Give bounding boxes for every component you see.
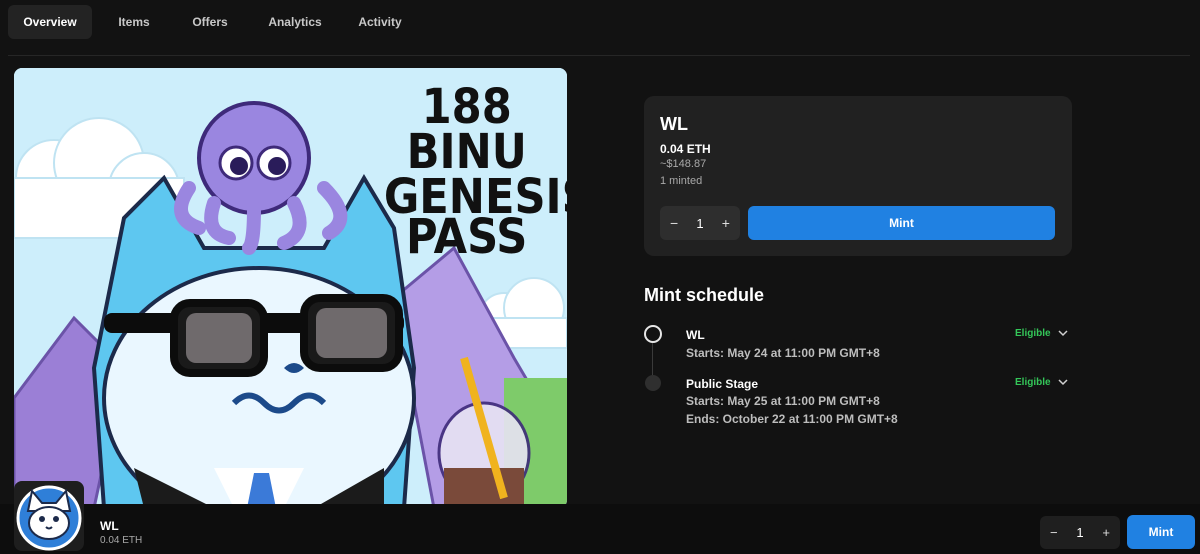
sticky-mint-bar [0, 504, 1200, 554]
quantity-value: 1 [696, 215, 704, 231]
stage-wl-status: Eligible [1015, 328, 1051, 339]
quantity-stepper: − 1 + [660, 206, 740, 240]
bottom-stage-title: WL [100, 519, 119, 533]
bottom-quantity-value: 1 [1076, 525, 1084, 540]
mint-price-usd: ~$148.87 [660, 158, 707, 170]
bottom-mint-button[interactable]: Mint [1127, 515, 1195, 549]
mint-schedule-title: Mint schedule [644, 285, 765, 305]
header-divider [8, 55, 1190, 56]
minted-count: 1 minted [660, 175, 703, 187]
stage-public-status: Eligible [1015, 377, 1051, 388]
bottom-quantity-stepper: − 1 + [1040, 516, 1120, 549]
tab-analytics[interactable]: Analytics [252, 5, 338, 39]
stage-wl-name: WL [686, 328, 705, 342]
bottom-stage-price: 0.04 ETH [100, 535, 143, 546]
chevron-down-icon[interactable] [1058, 377, 1068, 387]
increment-button[interactable]: + [722, 215, 730, 231]
stage-wl-start: Starts: May 24 at 11:00 PM GMT+8 [686, 346, 880, 360]
mint-card: WL 0.04 ETH ~$148.87 1 minted − 1 + Mint [644, 96, 1072, 256]
artwork-text-pass: PASS [406, 209, 527, 265]
bottom-decrement-button[interactable]: − [1050, 525, 1058, 540]
tab-offers[interactable]: Offers [172, 5, 248, 39]
tab-items[interactable]: Items [96, 5, 172, 39]
timeline-dot-active [644, 325, 662, 343]
mint-price: 0.04 ETH [660, 142, 711, 156]
tab-overview[interactable]: Overview [8, 5, 92, 39]
decrement-button[interactable]: − [670, 215, 678, 231]
stage-public-start: Starts: May 25 at 11:00 PM GMT+8 [686, 394, 880, 408]
chevron-down-icon[interactable] [1058, 328, 1068, 338]
timeline-connector [652, 343, 653, 375]
collection-avatar [14, 481, 84, 551]
bottom-increment-button[interactable]: + [1102, 525, 1110, 540]
tab-activity[interactable]: Activity [340, 5, 420, 39]
mint-button[interactable]: Mint [748, 206, 1055, 240]
stage-public-name: Public Stage [686, 377, 759, 391]
timeline-dot-upcoming [645, 375, 661, 391]
collection-artwork: 188 BINU GENESIS PASS [14, 68, 567, 508]
tab-bar: Overview Items Offers Analytics Activity [8, 5, 420, 39]
stage-title: WL [660, 114, 688, 134]
stage-public-end: Ends: October 22 at 11:00 PM GMT+8 [686, 412, 898, 426]
